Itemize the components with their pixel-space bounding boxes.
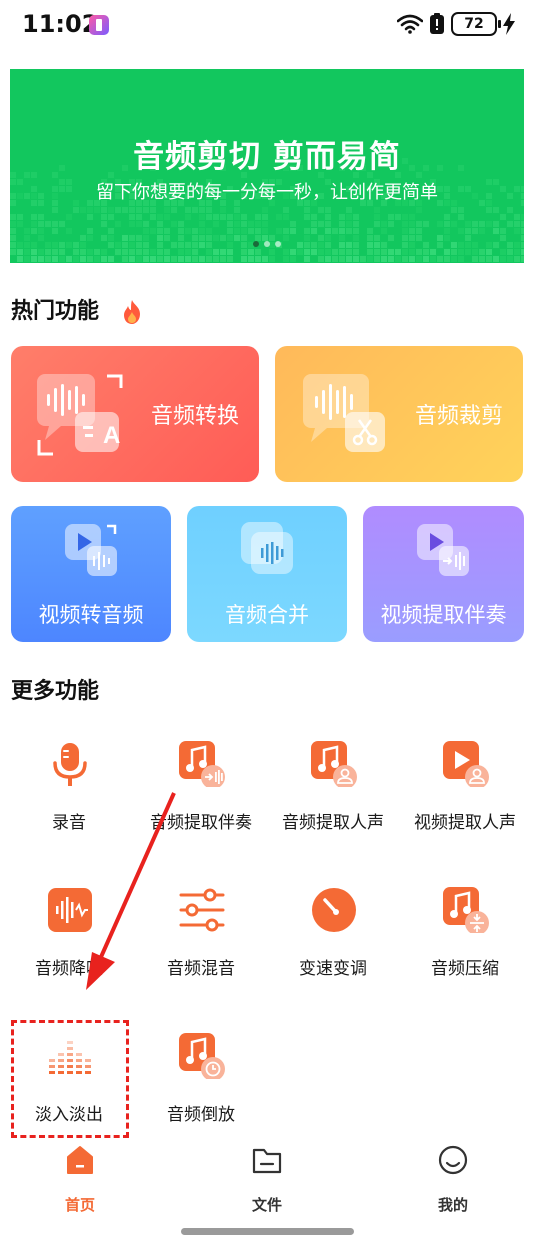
grid-item-audio-reverse[interactable]: 音频倒放 — [134, 1033, 268, 1143]
grid-label-audio-extract-accompaniment: 音频提取伴奏 — [150, 813, 252, 833]
profile-icon — [438, 1145, 468, 1175]
status-indicators: 72 — [397, 12, 515, 36]
audio-cut-icon — [303, 374, 385, 452]
card-video-to-audio-label: 视频转音频 — [38, 603, 144, 627]
grid-item-video-extract-vocal[interactable]: 视频提取人声 — [398, 741, 532, 851]
home-icon — [67, 1146, 93, 1174]
card-audio-cut[interactable]: 音频裁剪 — [275, 346, 523, 482]
speed-pitch-icon — [312, 888, 356, 932]
card-audio-convert[interactable]: A 音频转换 — [11, 346, 259, 482]
audio-compress-icon — [443, 887, 489, 933]
hot-section-title: 热门功能 — [11, 299, 100, 324]
grid-item-audio-compress[interactable]: 音频压缩 — [398, 887, 532, 997]
audio-extract-accompaniment-icon — [179, 741, 225, 787]
banner-pagination — [10, 241, 524, 247]
grid-item-audio-extract-accompaniment[interactable]: 音频提取伴奏 — [134, 741, 268, 851]
battery-indicator: 72 — [451, 12, 501, 36]
nav-files-label: 文件 — [251, 1196, 282, 1214]
grid-item-speed-pitch[interactable]: 变速变调 — [266, 887, 400, 997]
home-indicator[interactable] — [181, 1228, 354, 1235]
video-extract-accompaniment-icon — [417, 524, 469, 576]
grid-label-mixer: 音频混音 — [167, 959, 235, 979]
audio-reverse-icon — [179, 1033, 225, 1079]
audio-extract-vocal-icon — [311, 741, 357, 787]
card-audio-merge-label: 音频合并 — [225, 603, 309, 627]
card-video-extract-accompaniment-label: 视频提取伴奏 — [380, 603, 507, 627]
battery-level: 72 — [464, 16, 484, 32]
audio-merge-icon — [241, 522, 293, 574]
mixer-icon — [179, 888, 225, 932]
grid-label-audio-compress: 音频压缩 — [431, 959, 499, 979]
banner-subtitle: 留下你想要的每一分每一秒，让创作更简单 — [96, 182, 438, 203]
folder-icon — [252, 1148, 282, 1174]
banner-dot[interactable] — [264, 241, 270, 247]
grid-item-noise-reduction[interactable]: 音频降噪 — [2, 887, 136, 997]
grid-item-audio-extract-vocal[interactable]: 音频提取人声 — [266, 741, 400, 851]
svg-text:A: A — [103, 422, 120, 449]
grid-label-audio-reverse: 音频倒放 — [167, 1105, 235, 1125]
grid-label-speed-pitch: 变速变调 — [299, 959, 367, 979]
card-video-extract-accompaniment[interactable]: 视频提取伴奏 — [363, 506, 524, 642]
card-audio-cut-label: 音频裁剪 — [414, 404, 503, 429]
video-extract-vocal-icon — [443, 741, 489, 787]
nav-files[interactable]: 文件 — [227, 1144, 307, 1214]
app-notification-icon — [89, 15, 109, 35]
nav-home[interactable]: 首页 — [40, 1144, 120, 1214]
fire-icon — [120, 299, 144, 329]
grid-item-record[interactable]: 录音 — [2, 741, 136, 851]
video-to-audio-icon — [65, 524, 117, 576]
audio-convert-icon: A — [37, 374, 123, 456]
card-audio-convert-label: 音频转换 — [150, 404, 239, 429]
nav-profile[interactable]: 我的 — [413, 1144, 493, 1214]
charging-icon — [503, 13, 515, 35]
status-time: 11:02 — [22, 10, 99, 38]
nav-profile-label: 我的 — [437, 1196, 468, 1214]
highlight-box — [11, 1020, 129, 1138]
banner-title: 音频剪切 剪而易简 — [133, 139, 401, 175]
wifi-icon — [397, 14, 423, 34]
status-bar: 11:02 72 — [0, 0, 535, 54]
banner-dot[interactable] — [275, 241, 281, 247]
card-audio-merge[interactable]: 音频合并 — [187, 506, 347, 642]
banner-dot[interactable] — [253, 241, 259, 247]
nav-home-label: 首页 — [64, 1196, 95, 1214]
grid-label-audio-extract-vocal: 音频提取人声 — [282, 813, 384, 833]
more-section-title: 更多功能 — [11, 679, 100, 704]
bottom-nav: 首页 文件 我的 — [0, 1138, 535, 1220]
noise-reduction-icon — [48, 888, 92, 932]
battery-saver-icon — [429, 13, 445, 35]
microphone-icon — [53, 743, 87, 786]
card-video-to-audio[interactable]: 视频转音频 — [11, 506, 171, 642]
grid-item-mixer[interactable]: 音频混音 — [134, 887, 268, 997]
promo-banner[interactable]: 音频剪切 剪而易简 留下你想要的每一分每一秒，让创作更简单 — [10, 69, 524, 263]
grid-label-video-extract-vocal: 视频提取人声 — [414, 813, 516, 833]
